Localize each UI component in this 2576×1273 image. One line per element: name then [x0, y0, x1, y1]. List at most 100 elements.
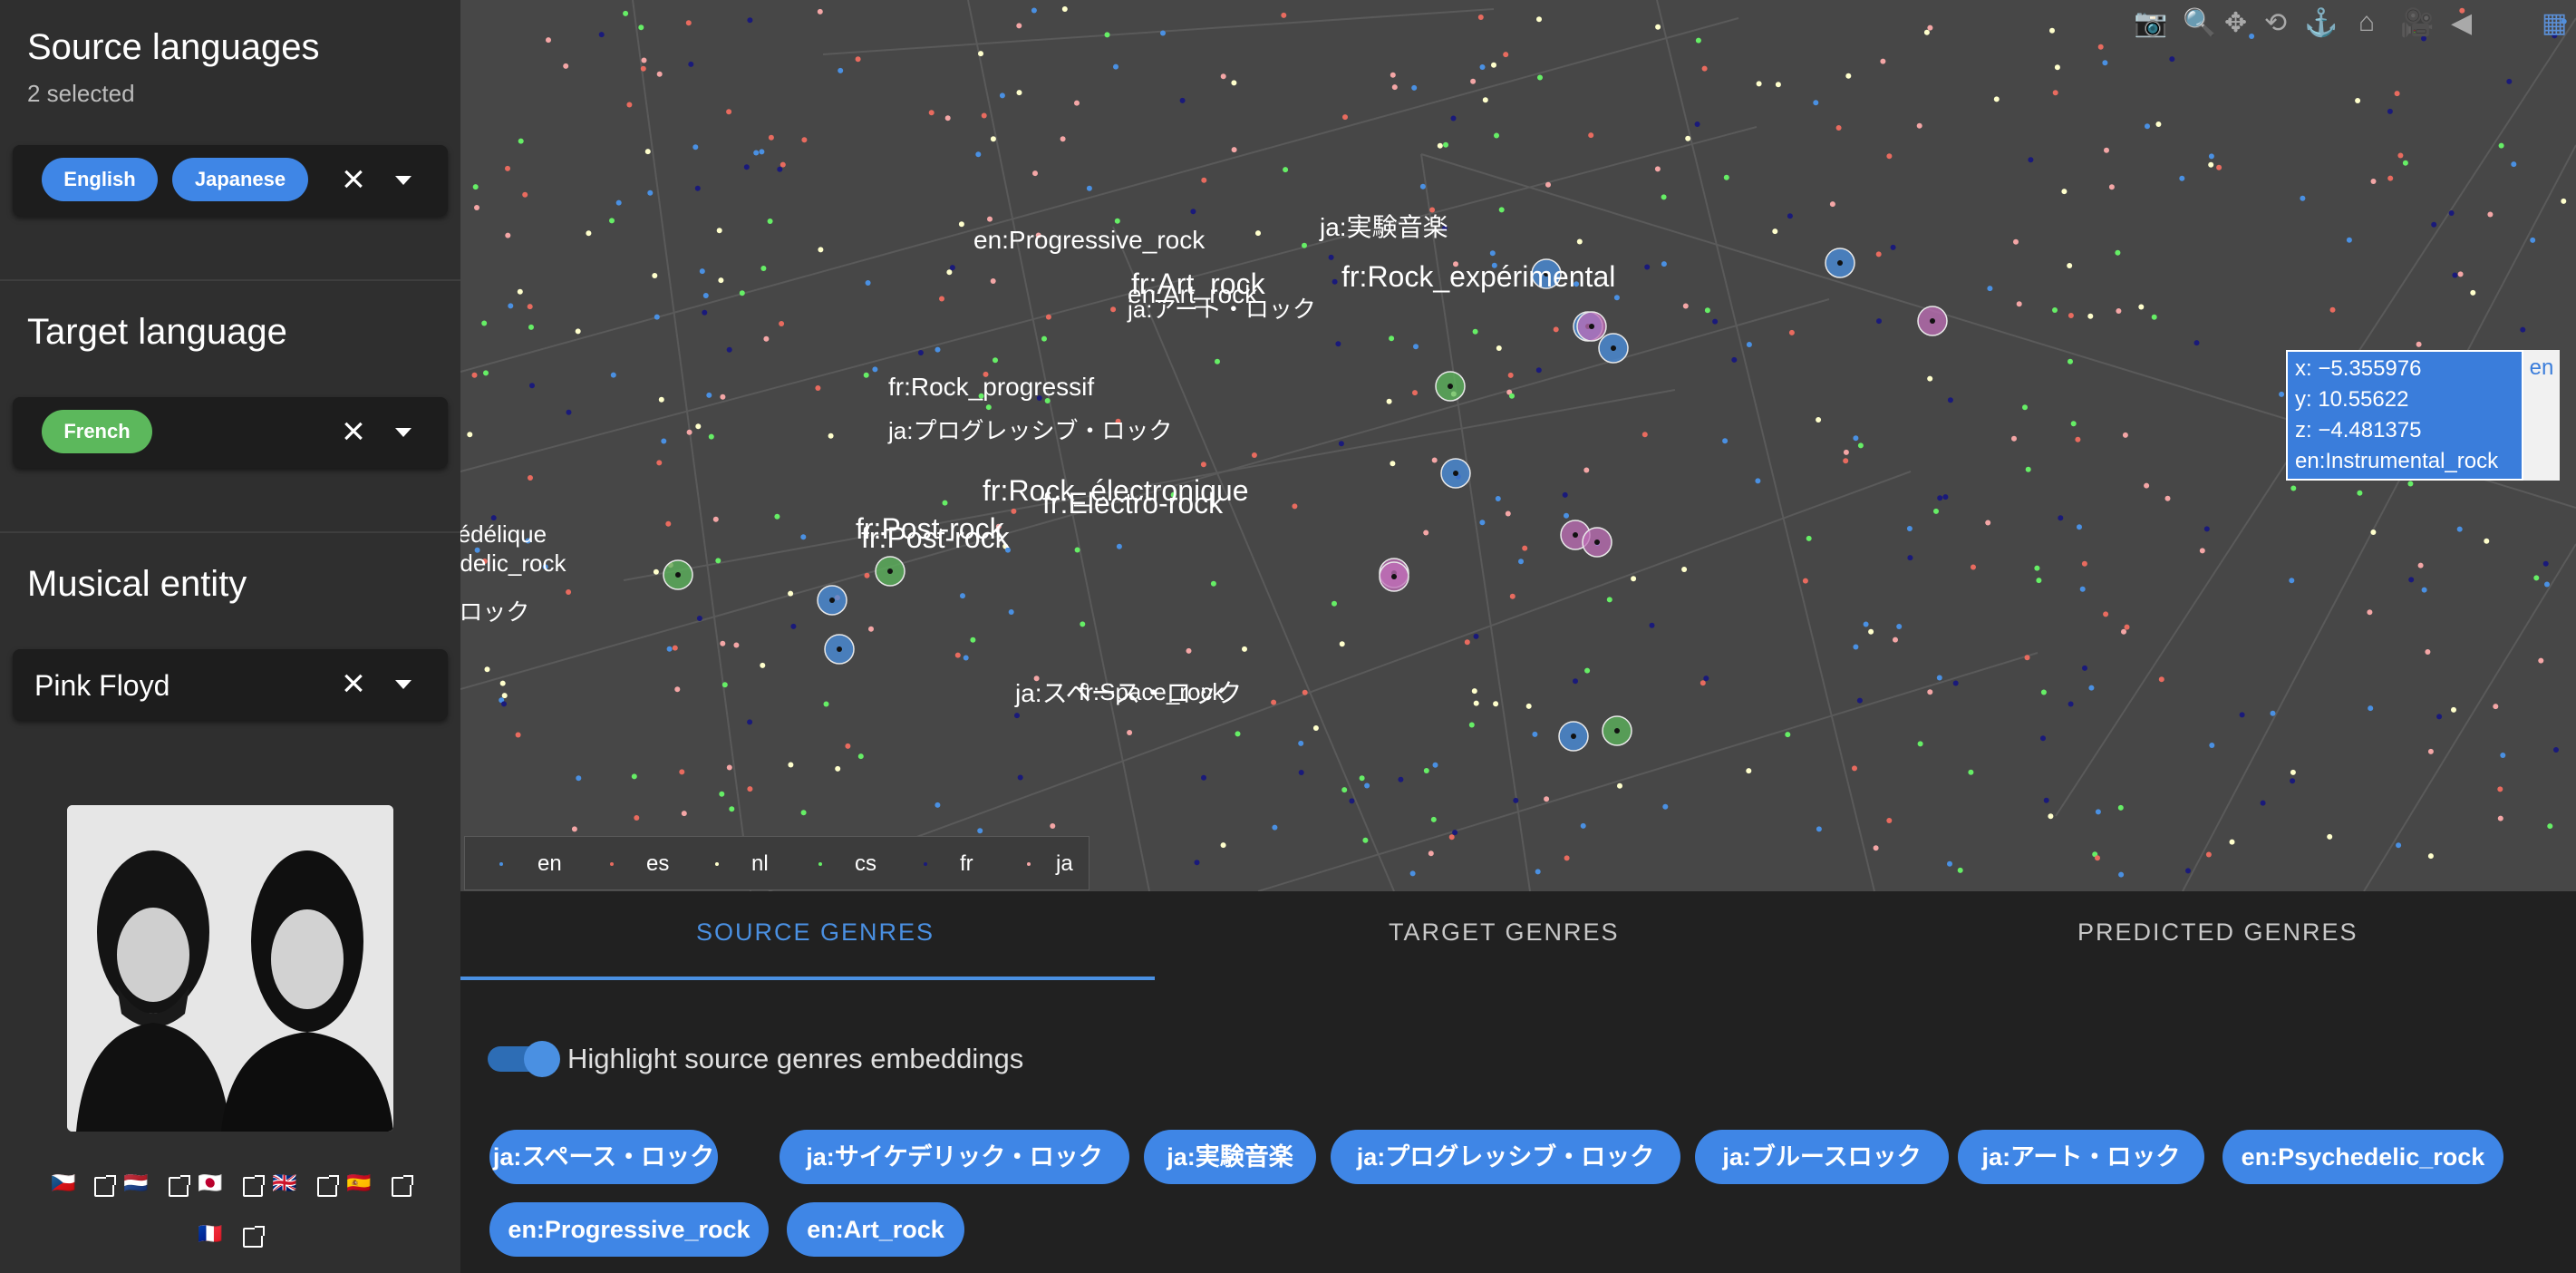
highlight-toggle-knob[interactable] [524, 1041, 560, 1077]
genre-marker-center [887, 568, 893, 574]
chip-english[interactable]: English [42, 158, 158, 201]
embedding-point [1312, 725, 1319, 731]
embedding-point [2054, 64, 2060, 71]
grid-line [2182, 144, 2576, 891]
embedding-point [712, 516, 719, 522]
embedding-point [1201, 774, 1206, 781]
genre-chip[interactable]: ja:アート・ロック [1958, 1130, 2204, 1184]
pan-icon[interactable]: ✥ [2224, 7, 2247, 39]
genre-chip[interactable]: ja:スペース・ロック [489, 1130, 718, 1184]
embedding-point [2538, 657, 2544, 664]
embedding-point [522, 191, 528, 198]
embedding-point [759, 149, 765, 155]
genre-chip[interactable]: en:Art_rock [787, 1202, 964, 1257]
embedding-point [1873, 845, 1879, 851]
embedding-point [835, 765, 841, 772]
genre-chip[interactable]: ja:ブルースロック [1695, 1130, 1949, 1184]
clear-target-icon[interactable]: × [335, 412, 372, 452]
embedding-point [2533, 575, 2540, 581]
grid-line [1112, 226, 1395, 891]
clear-entity-icon[interactable]: × [335, 664, 372, 704]
genre-marker-center [1571, 734, 1576, 739]
hover-tag-icon[interactable]: ◀ [2451, 7, 2472, 39]
embedding-point [1201, 177, 1207, 183]
embedding-point [970, 636, 976, 643]
embedding-point [1843, 449, 1849, 455]
musical-entity-select[interactable]: Pink Floyd × [13, 649, 448, 720]
legend-item-fr[interactable]: fr [960, 851, 973, 877]
target-language-select[interactable]: French × [13, 397, 448, 468]
orbit-icon[interactable]: ⟲ [2264, 7, 2287, 39]
embedding-point [665, 520, 672, 527]
legend-item-ja[interactable]: ja [1056, 851, 1073, 877]
embedding-point [845, 743, 851, 749]
source-languages-select[interactable]: English Japanese × [13, 145, 448, 216]
legend-item-nl[interactable]: nl [751, 851, 769, 877]
chip-japanese[interactable]: Japanese [172, 158, 308, 201]
embedding-point [1562, 491, 1568, 498]
external-link-icon[interactable] [392, 1175, 413, 1197]
chip-french[interactable]: French [42, 410, 152, 453]
chevron-down-icon[interactable] [395, 680, 412, 689]
chevron-down-icon[interactable] [395, 428, 412, 437]
genre-chip[interactable]: en:Psychedelic_rock [2223, 1130, 2503, 1184]
camera-icon[interactable]: 📷 [2134, 7, 2167, 39]
embedding-point [2208, 153, 2214, 160]
embedding-point [1272, 824, 1278, 831]
external-link-icon[interactable] [243, 1175, 265, 1197]
legend-item-cs[interactable]: cs [855, 851, 876, 877]
embedding-point [2079, 586, 2086, 592]
embedding-point [865, 280, 871, 286]
embedding-point [719, 791, 725, 797]
tab-source-genres[interactable]: SOURCE GENRES [696, 918, 935, 947]
embedding-point [2396, 842, 2402, 849]
embedding-point [2097, 44, 2104, 50]
tooltip-y: y: 10.55622 [2295, 387, 2409, 412]
embedding-3d-plot[interactable]: en:Progressive_rock fr:Art_rock en:Art_roc… [460, 0, 2576, 891]
external-link-icon[interactable] [317, 1175, 339, 1197]
embedding-point [1942, 494, 1949, 500]
home-icon[interactable]: ⌂ [2358, 7, 2375, 38]
genre-chip[interactable]: ja:プログレッシブ・ロック [1331, 1130, 1680, 1184]
embedding-point [575, 328, 581, 335]
embedding-point [2506, 78, 2513, 84]
tab-target-genres[interactable]: TARGET GENRES [1389, 918, 1620, 947]
turntable-icon[interactable]: ⚓ [2304, 7, 2338, 39]
video-icon[interactable]: 🎥 [2400, 7, 2434, 39]
embedding-point [1014, 713, 1020, 719]
embedding-point [1432, 762, 1438, 768]
embedding-point [828, 432, 834, 439]
embedding-point [739, 290, 745, 296]
embedding-point [2290, 485, 2297, 491]
embedding-point [702, 309, 708, 316]
embedding-point [2151, 314, 2157, 320]
genre-marker-center [1573, 532, 1578, 538]
embedding-point [2061, 189, 2068, 195]
legend-item-es[interactable]: es [646, 851, 669, 877]
embedding-point [1553, 326, 1559, 333]
embedding-point [672, 645, 678, 651]
genre-chip[interactable]: ja:サイケデリック・ロック [780, 1130, 1129, 1184]
genre-chip[interactable]: en:Progressive_rock [489, 1202, 769, 1257]
grid-line [822, 8, 1495, 55]
tab-predicted-genres[interactable]: PREDICTED GENRES [2077, 918, 2358, 947]
legend-item-en[interactable]: en [537, 851, 562, 877]
embedding-point [1186, 647, 1192, 654]
zoom-icon[interactable]: 🔍 [2183, 7, 2216, 39]
embedding-point [1362, 837, 1369, 843]
external-link-icon[interactable] [243, 1226, 265, 1248]
embedding-point [1933, 508, 1939, 514]
external-link-icon[interactable] [169, 1175, 190, 1197]
genre-chip[interactable]: ja:実験音楽 [1144, 1130, 1316, 1184]
clear-source-icon[interactable]: × [335, 160, 372, 199]
plotly-logo-icon[interactable]: ▦ [2542, 7, 2567, 39]
embedding-point [1349, 798, 1355, 804]
embedding-point [2115, 249, 2121, 256]
embedding-point [1011, 508, 1017, 514]
embedding-point [1694, 121, 1700, 127]
highlight-toggle-label: Highlight source genres embeddings [567, 1043, 1024, 1074]
external-link-icon[interactable] [94, 1175, 116, 1197]
chevron-down-icon[interactable] [395, 176, 412, 185]
plot-canvas[interactable]: en:Progressive_rockfr:Art_rocken:Art_roc… [460, 0, 2576, 891]
embedding-point [1008, 609, 1014, 615]
